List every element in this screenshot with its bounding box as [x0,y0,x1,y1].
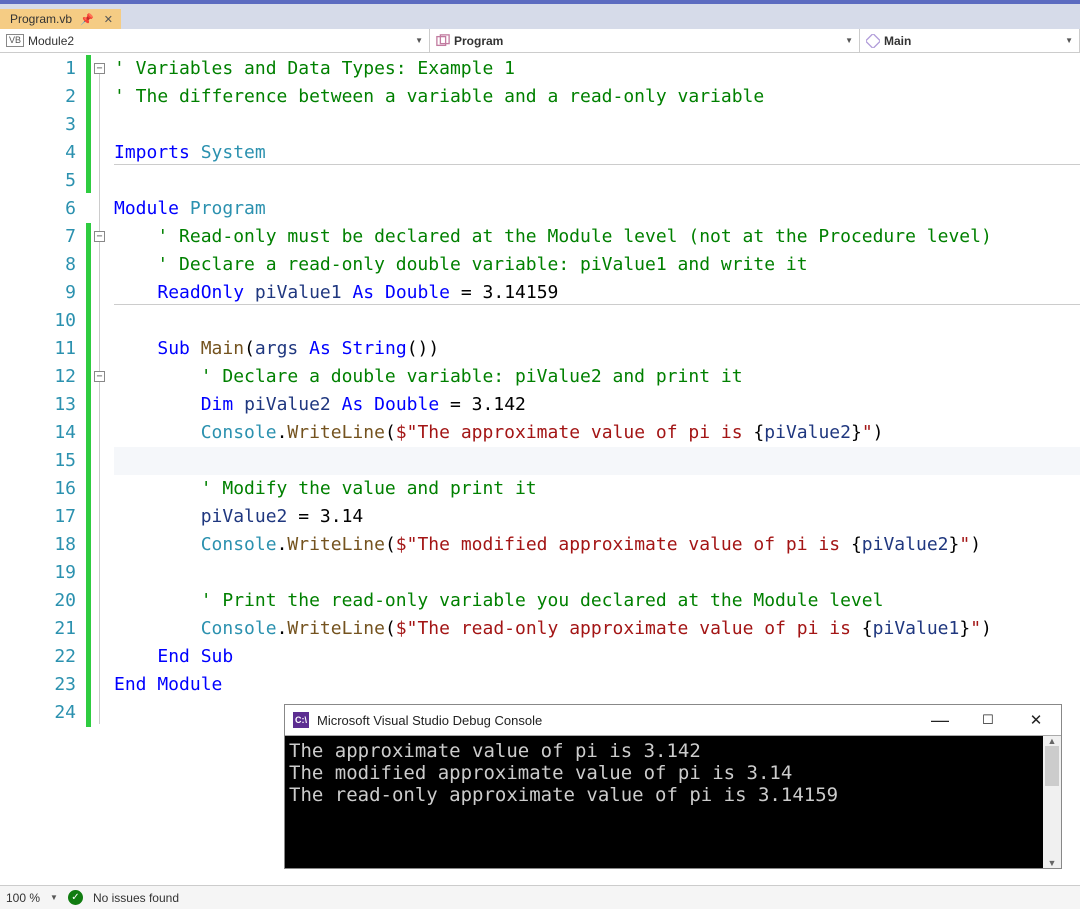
scrollbar-thumb[interactable] [1045,746,1059,786]
line-gutter: 123456789101112131415161718192021222324 [0,53,86,885]
close-icon[interactable]: ✕ [1019,711,1053,729]
console-output[interactable]: The approximate value of pi is 3.142 The… [285,736,1043,868]
member-label: Main [884,34,911,48]
vb-icon: VB [6,34,24,47]
debug-console-window[interactable]: C:\ Microsoft Visual Studio Debug Consol… [284,704,1062,869]
console-titlebar[interactable]: C:\ Microsoft Visual Studio Debug Consol… [285,705,1061,735]
pin-icon[interactable]: 📌 [80,13,94,26]
zoom-level[interactable]: 100 % [6,891,40,905]
vs-icon: C:\ [293,712,309,728]
tab-label: Program.vb [10,12,72,26]
scroll-up-icon[interactable]: ▲ [1043,736,1061,746]
method-icon [866,34,880,48]
status-bar: 100 % ▼ ✓ No issues found [0,885,1080,909]
fold-toggle[interactable]: − [94,231,105,242]
scope-label: Module2 [28,34,74,48]
module-icon [436,34,450,48]
context-navbar: VB Module2 ▼ Program ▼ Main ▼ [0,29,1080,53]
member-dropdown[interactable]: Main ▼ [860,29,1080,52]
scroll-down-icon[interactable]: ▼ [1043,858,1061,868]
close-icon[interactable]: ✕ [102,13,113,26]
check-icon: ✓ [68,890,83,905]
console-scrollbar[interactable]: ▲ ▼ [1043,736,1061,868]
file-tab[interactable]: Program.vb 📌 ✕ [0,9,121,29]
chevron-down-icon[interactable]: ▼ [50,893,58,902]
chevron-down-icon: ▼ [415,36,423,45]
fold-toggle[interactable]: − [94,63,105,74]
fold-toggle[interactable]: − [94,371,105,382]
issues-label[interactable]: No issues found [93,891,179,905]
chevron-down-icon: ▼ [1065,36,1073,45]
markers-gutter: − − − [86,53,114,885]
minimize-icon[interactable]: — [923,710,957,731]
console-title: Microsoft Visual Studio Debug Console [317,713,542,728]
type-dropdown[interactable]: Program ▼ [430,29,860,52]
maximize-icon[interactable]: ☐ [971,712,1005,728]
scope-dropdown[interactable]: VB Module2 ▼ [0,29,430,52]
type-label: Program [454,34,503,48]
tab-bar: Program.vb 📌 ✕ [0,4,1080,29]
chevron-down-icon: ▼ [845,36,853,45]
